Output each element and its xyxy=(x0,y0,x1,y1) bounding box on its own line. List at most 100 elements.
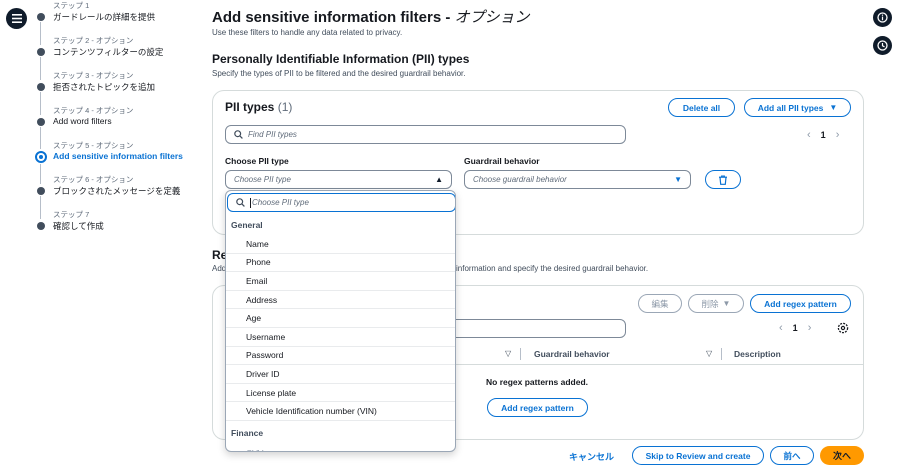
step-dot-active xyxy=(35,151,47,163)
step-label: Add word filters xyxy=(53,116,112,126)
page-number[interactable]: 1 xyxy=(821,130,826,140)
regex-section-description-tail: information and specify the desired guar… xyxy=(456,264,649,273)
column-divider xyxy=(721,348,722,360)
option-username[interactable]: Username xyxy=(226,328,455,347)
choose-pii-type-select[interactable]: Choose PII type ▲ xyxy=(225,170,452,189)
guardrail-behavior-select[interactable]: Choose guardrail behavior ▼ xyxy=(464,170,691,189)
pii-section-description: Specify the types of PII to be filtered … xyxy=(212,69,466,78)
trash-icon xyxy=(719,174,727,185)
pii-count: (1) xyxy=(277,100,293,114)
search-icon xyxy=(236,198,245,207)
option-phone[interactable]: Phone xyxy=(226,254,455,273)
info-button[interactable] xyxy=(873,8,892,27)
empty-add-regex-button[interactable]: Add regex pattern xyxy=(487,398,588,417)
step-connector xyxy=(40,127,41,149)
step-dot xyxy=(37,83,45,91)
col-description[interactable]: Description xyxy=(734,349,781,359)
step-dot xyxy=(37,48,45,56)
dropdown-filter-input[interactable]: Choose PII type xyxy=(227,193,455,212)
cancel-button[interactable]: キャンセル xyxy=(569,450,614,463)
step-dot xyxy=(37,187,45,195)
next-page-icon[interactable]: › xyxy=(836,129,840,141)
option-driver-id[interactable]: Driver ID xyxy=(226,365,455,384)
info-icon xyxy=(877,12,888,23)
regex-pagination: ‹ 1 › xyxy=(779,322,811,334)
step-label: 拒否されたトピックを追加 xyxy=(53,82,156,92)
sort-icon[interactable]: ▽ xyxy=(505,349,511,358)
next-page-icon[interactable]: › xyxy=(808,322,812,334)
choose-pii-placeholder: Choose PII type xyxy=(234,175,291,184)
step-connector xyxy=(40,57,41,80)
history-button[interactable] xyxy=(873,36,892,55)
step-label: コンテンツフィルターの設定 xyxy=(53,47,164,57)
step-label: 確認して作成 xyxy=(53,221,104,231)
step-connector xyxy=(40,92,41,115)
prev-page-icon[interactable]: ‹ xyxy=(779,322,783,334)
edit-button[interactable]: 編集 xyxy=(638,294,682,313)
step-number: ステップ 5 - オプション xyxy=(53,141,134,150)
dropdown-filter-placeholder: Choose PII type xyxy=(252,198,309,207)
delete-all-button[interactable]: Delete all xyxy=(668,98,735,117)
option-age[interactable]: Age xyxy=(226,309,455,328)
option-password[interactable]: Password xyxy=(226,347,455,366)
page-number[interactable]: 1 xyxy=(793,323,798,333)
option-group-finance: Finance xyxy=(231,428,264,438)
page-description: Use these filters to handle any data rel… xyxy=(212,28,403,37)
menu-button[interactable] xyxy=(6,8,27,29)
step-label: ブロックされたメッセージを定義 xyxy=(53,186,181,196)
step-number: ステップ 4 - オプション xyxy=(53,106,134,115)
page-title: Add sensitive information filters - オプショ… xyxy=(212,6,530,27)
delete-label: 削除 xyxy=(701,298,719,309)
add-all-pii-types-button[interactable]: Add all PII types ▼ xyxy=(744,98,851,117)
caret-down-icon: ▼ xyxy=(829,103,838,112)
step-number: ステップ 1 xyxy=(53,1,90,10)
choose-pii-label: Choose PII type xyxy=(225,156,289,166)
step-connector xyxy=(40,196,41,219)
add-all-label: Add all PII types xyxy=(757,102,824,113)
pii-pagination: ‹ 1 › xyxy=(807,129,839,141)
remove-row-button[interactable] xyxy=(705,170,741,189)
option-group-general: General xyxy=(231,220,263,230)
caret-down-icon: ▼ xyxy=(722,299,731,308)
step-connector xyxy=(40,164,41,184)
clock-icon xyxy=(877,40,888,51)
pii-type-dropdown: Choose PII type General Name Phone Email… xyxy=(225,190,456,452)
next-button[interactable]: 次へ xyxy=(820,446,864,465)
pii-search-input[interactable]: Find PII types xyxy=(225,125,626,144)
step-connector xyxy=(40,22,41,45)
option-address[interactable]: Address xyxy=(226,291,455,310)
option-cvv[interactable]: CVV xyxy=(226,444,455,451)
step-dot xyxy=(37,222,45,230)
skip-to-review-button[interactable]: Skip to Review and create xyxy=(632,446,764,465)
guardrail-behavior-label: Guardrail behavior xyxy=(464,156,540,166)
option-vin[interactable]: Vehicle Identification number (VIN) xyxy=(226,402,455,421)
col-guardrail-behavior[interactable]: Guardrail behavior xyxy=(534,349,610,359)
caret-down-icon: ▼ xyxy=(674,175,682,184)
option-email[interactable]: Email xyxy=(226,272,455,291)
page-title-optional: オプション xyxy=(454,9,530,26)
prev-page-icon[interactable]: ‹ xyxy=(807,129,811,141)
settings-gear-icon[interactable] xyxy=(837,322,849,334)
sort-icon[interactable]: ▽ xyxy=(706,349,712,358)
option-license-plate[interactable]: License plate xyxy=(226,384,455,403)
add-regex-pattern-button[interactable]: Add regex pattern xyxy=(750,294,851,313)
previous-button[interactable]: 前へ xyxy=(770,446,814,465)
pii-panel-title-text: PII types xyxy=(225,100,275,114)
step-number: ステップ 3 - オプション xyxy=(53,71,134,80)
step-number: ステップ 6 - オプション xyxy=(53,175,134,184)
step-dot xyxy=(37,13,45,21)
hamburger-icon xyxy=(11,14,22,23)
pii-section-title: Personally Identifiable Information (PII… xyxy=(212,52,470,66)
regex-search-input[interactable] xyxy=(440,319,626,338)
caret-up-icon: ▲ xyxy=(435,175,443,184)
delete-dropdown-button[interactable]: 削除 ▼ xyxy=(688,294,744,313)
column-divider xyxy=(520,348,521,360)
step-label: Add sensitive information filters xyxy=(53,151,183,161)
option-name[interactable]: Name xyxy=(226,235,455,254)
step-label: ガードレールの詳細を提供 xyxy=(53,12,156,22)
step-dot xyxy=(37,118,45,126)
table-header-divider xyxy=(456,364,864,365)
page-title-text: Add sensitive information filters - xyxy=(212,9,455,26)
search-icon xyxy=(234,130,243,139)
pii-panel-title: PII types (1) xyxy=(225,100,292,114)
